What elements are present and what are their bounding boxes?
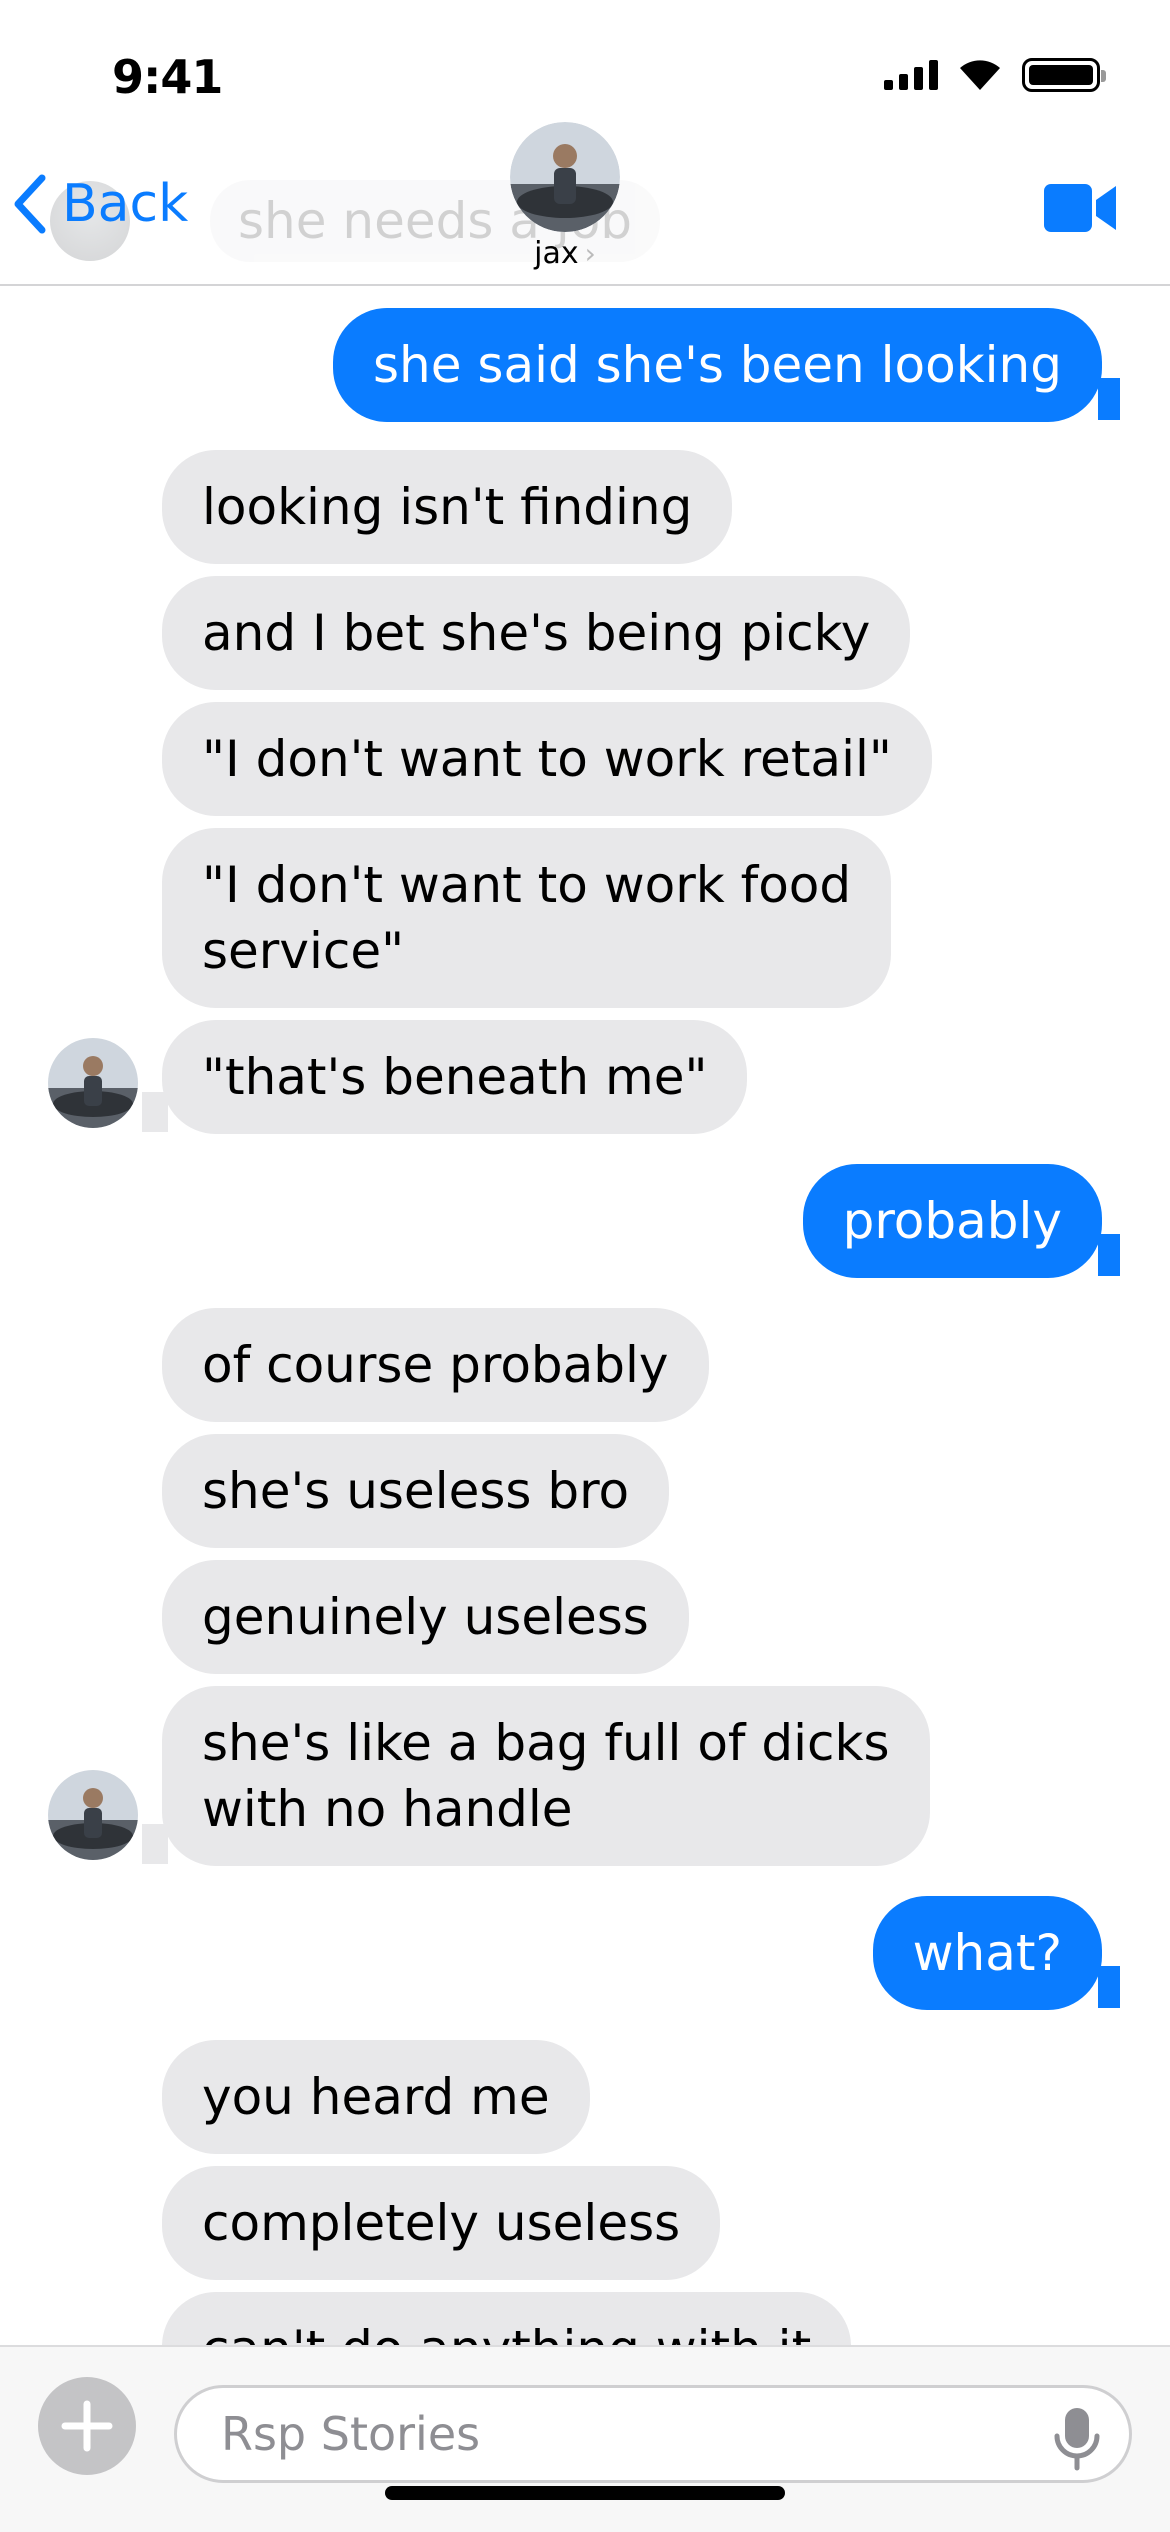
video-call-button[interactable]	[1044, 182, 1118, 238]
message-sent: what?	[872, 1896, 1121, 2010]
status-icons	[884, 58, 1106, 92]
message-received: she's like a bag full of dicks with no h…	[142, 1686, 930, 1866]
message-thread[interactable]: she said she's been looking looking isn'…	[0, 300, 1170, 2345]
message-received: "that's beneath me"	[141, 1020, 748, 1134]
back-label: Back	[62, 174, 189, 234]
chevron-left-icon	[14, 174, 46, 234]
sender-avatar-image	[48, 1770, 138, 1860]
message-line: she's like a bag full of dicks	[202, 1714, 890, 1772]
message-line: "I don't want to work food	[202, 856, 852, 914]
message-sent: she said she's been looking	[333, 308, 1120, 422]
sender-avatar-image	[48, 1038, 138, 1128]
wifi-icon	[960, 60, 1000, 90]
message-received: can't do anything with it	[162, 2292, 852, 2345]
status-time: 9:41	[112, 50, 223, 104]
battery-icon	[1022, 58, 1106, 92]
message-received: and I bet she's being picky	[162, 576, 911, 690]
message-received: of course probably	[162, 1308, 709, 1422]
back-button[interactable]: Back	[12, 174, 188, 234]
message-received: looking isn't finding	[162, 450, 733, 564]
microphone-button[interactable]	[1053, 2406, 1101, 2476]
message-input[interactable]	[221, 2407, 1021, 2461]
message-received: genuinely useless	[162, 1560, 689, 1674]
conversation-header: she needs a job Back jax ›	[0, 110, 1170, 286]
contact-name: jax	[534, 236, 579, 271]
message-line: service"	[202, 922, 405, 980]
message-sent: probably	[802, 1164, 1121, 1278]
message-received: "I don't want to work food service"	[162, 828, 892, 1008]
sender-avatar	[48, 1770, 138, 1860]
home-indicator[interactable]	[385, 2486, 785, 2500]
message-received: completely useless	[162, 2166, 721, 2280]
contact-avatar	[510, 122, 620, 232]
message-received: she's useless bro	[162, 1434, 670, 1548]
plus-icon	[61, 2400, 113, 2452]
signal-icon	[884, 60, 938, 90]
contact-info-button[interactable]: jax ›	[510, 122, 620, 271]
message-received: "I don't want to work retail"	[162, 702, 932, 816]
contact-name-row: jax ›	[510, 236, 620, 271]
add-attachment-button[interactable]	[38, 2377, 136, 2475]
microphone-icon	[1054, 2408, 1100, 2471]
compose-bar	[0, 2345, 1170, 2532]
message-input-container[interactable]	[174, 2385, 1132, 2483]
sender-avatar	[48, 1038, 138, 1128]
message-received: you heard me	[162, 2040, 590, 2154]
chevron-right-icon: ›	[584, 237, 596, 270]
video-camera-icon	[1044, 184, 1116, 232]
message-line: with no handle	[202, 1780, 573, 1838]
